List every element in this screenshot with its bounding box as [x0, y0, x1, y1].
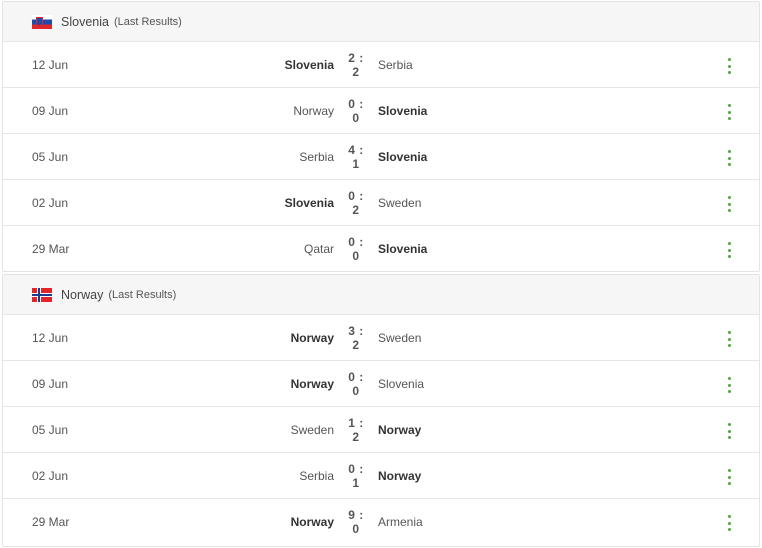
- match-date: 05 Jun: [32, 422, 69, 437]
- match-date: 12 Jun: [32, 330, 69, 345]
- match-row[interactable]: 12 Jun Slovenia 2 : 2 Serbia: [3, 42, 759, 88]
- match-date: 05 Jun: [32, 149, 69, 164]
- more-vertical-icon[interactable]: [727, 469, 731, 485]
- more-vertical-icon[interactable]: [727, 196, 731, 212]
- match-row[interactable]: 29 Mar Norway 9 : 0 Armenia: [3, 499, 759, 545]
- match-row[interactable]: 02 Jun Serbia 0 : 1 Norway: [3, 453, 759, 499]
- match-row[interactable]: 09 Jun Norway 0 : 0 Slovenia: [3, 361, 759, 407]
- home-team: Serbia: [299, 468, 334, 483]
- away-team: Sweden: [378, 195, 422, 210]
- home-team: Serbia: [299, 149, 334, 164]
- more-vertical-icon[interactable]: [727, 150, 731, 166]
- match-date: 02 Jun: [32, 468, 69, 483]
- match-row[interactable]: 09 Jun Norway 0 : 0 Slovenia: [3, 88, 759, 134]
- section-subtitle: (Last Results): [108, 288, 177, 301]
- away-team: Slovenia: [378, 242, 428, 256]
- away-team: Slovenia: [378, 376, 425, 391]
- match-date: 09 Jun: [32, 376, 69, 391]
- section-team-name: Slovenia: [61, 14, 109, 29]
- away-team: Norway: [378, 468, 422, 483]
- more-vertical-icon[interactable]: [727, 104, 731, 120]
- match-score: 3 : 2: [348, 323, 364, 352]
- more-vertical-icon[interactable]: [727, 331, 731, 347]
- match-row[interactable]: 12 Jun Norway 3 : 2 Sweden: [3, 315, 759, 361]
- home-team: Norway: [290, 376, 334, 391]
- home-team: Sweden: [290, 422, 334, 437]
- match-score: 0 : 0: [348, 235, 364, 263]
- more-vertical-icon[interactable]: [727, 377, 731, 393]
- match-score: 0 : 0: [348, 369, 364, 398]
- match-score: 0 : 1: [348, 461, 364, 490]
- home-team: Qatar: [303, 242, 334, 256]
- match-row[interactable]: 05 Jun Sweden 1 : 2 Norway: [3, 407, 759, 453]
- section-header: Norway (Last Results): [3, 275, 759, 315]
- match-date: 09 Jun: [32, 103, 69, 118]
- match-date: 29 Mar: [32, 515, 70, 529]
- match-score: 0 : 2: [348, 188, 364, 217]
- match-date: 29 Mar: [32, 242, 70, 256]
- away-team: Slovenia: [378, 103, 428, 118]
- match-score: 0 : 0: [348, 96, 364, 125]
- match-date: 12 Jun: [32, 57, 69, 72]
- match-row[interactable]: 29 Mar Qatar 0 : 0 Slovenia: [3, 226, 759, 272]
- section-header: Slovenia (Last Results): [3, 2, 759, 42]
- slovenia-results-section: Slovenia (Last Results) 12 Jun Slovenia 2 …: [2, 1, 760, 272]
- home-team: Slovenia: [284, 195, 334, 210]
- home-team: Norway: [290, 330, 334, 345]
- away-team: Sweden: [378, 330, 422, 345]
- norway-flag-icon: [32, 287, 52, 302]
- away-team: Armenia: [378, 515, 423, 529]
- section-subtitle: (Last Results): [113, 15, 182, 28]
- match-score: 1 : 2: [348, 415, 364, 444]
- home-team: Norway: [293, 103, 334, 118]
- more-vertical-icon[interactable]: [727, 58, 731, 74]
- home-team: Slovenia: [284, 57, 334, 72]
- away-team: Serbia: [378, 57, 413, 72]
- away-team: Slovenia: [378, 149, 428, 164]
- match-date: 02 Jun: [32, 195, 69, 210]
- slovenia-flag-icon: [32, 14, 52, 29]
- last-results-widget: Slovenia (Last Results) 12 Jun Slovenia 2 …: [0, 0, 762, 548]
- match-row[interactable]: 02 Jun Slovenia 0 : 2 Sweden: [3, 180, 759, 226]
- more-vertical-icon[interactable]: [727, 423, 731, 439]
- match-row[interactable]: 05 Jun Serbia 4 : 1 Slovenia: [3, 134, 759, 180]
- more-vertical-icon[interactable]: [727, 242, 731, 258]
- norway-results-section: Norway (Last Results) 12 Jun Norway 3 : 2 S…: [2, 274, 760, 547]
- away-team: Norway: [378, 422, 422, 437]
- match-score: 2 : 2: [348, 50, 364, 79]
- more-vertical-icon[interactable]: [727, 515, 731, 531]
- home-team: Norway: [290, 515, 334, 529]
- section-team-name: Norway: [61, 287, 104, 302]
- match-score: 4 : 1: [348, 142, 364, 171]
- match-score: 9 : 0: [348, 508, 364, 536]
